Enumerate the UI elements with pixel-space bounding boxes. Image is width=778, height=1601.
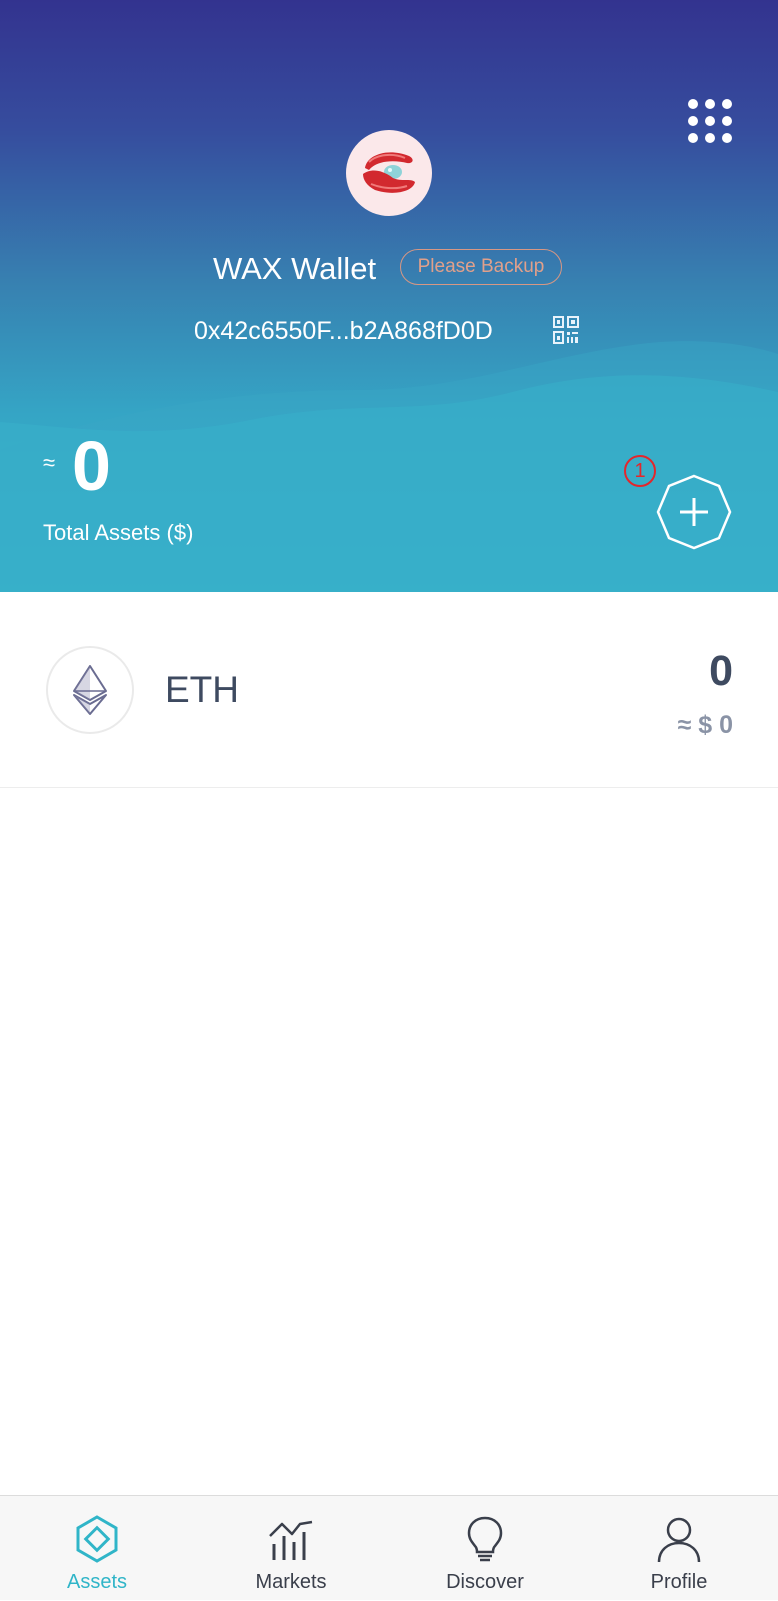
tab-markets[interactable]: Markets (194, 1496, 388, 1601)
tab-discover[interactable]: Discover (388, 1496, 582, 1601)
asset-symbol: ETH (165, 669, 239, 710)
approx-symbol: ≈ (43, 450, 56, 475)
wallet-title-row: WAX Wallet Please Backup (0, 247, 778, 291)
asset-row-eth[interactable]: ETH 0 ≈ $ 0 (0, 592, 778, 788)
notification-count-badge: 1 (624, 455, 656, 487)
backup-button[interactable]: Please Backup (400, 249, 562, 285)
oyster-pearl-icon (363, 152, 415, 193)
asset-amount: 0 (709, 647, 733, 695)
wallet-header: WAX Wallet Please Backup 0x42c6550F...b2… (0, 0, 778, 592)
assets-icon (76, 1515, 118, 1563)
asset-fiat-value: ≈ $ 0 (677, 711, 733, 739)
total-assets-value: 0 (72, 427, 111, 505)
markets-icon (269, 1520, 313, 1560)
bottom-tab-bar: Assets Markets Discover Profile (0, 1495, 778, 1600)
tab-label: Assets (66, 1571, 128, 1593)
apps-grid-icon[interactable] (688, 99, 732, 143)
wallet-avatar[interactable] (346, 130, 432, 216)
tab-label: Markets (255, 1571, 327, 1593)
qr-code-icon[interactable] (552, 315, 580, 345)
add-token-button[interactable] (656, 474, 732, 550)
ethereum-icon (46, 646, 134, 734)
plus-icon (680, 498, 708, 526)
profile-icon (657, 1517, 701, 1563)
tab-label: Profile (650, 1571, 708, 1593)
header-wave-decoration (0, 341, 778, 592)
discover-icon (467, 1516, 503, 1562)
wallet-address[interactable]: 0x42c6550F...b2A868fD0D (194, 315, 493, 347)
tab-profile[interactable]: Profile (582, 1496, 776, 1601)
tab-assets[interactable]: Assets (0, 1496, 194, 1601)
wallet-name: WAX Wallet (213, 251, 377, 286)
tab-label: Discover (446, 1571, 524, 1593)
total-assets-label: Total Assets ($) (43, 520, 194, 545)
